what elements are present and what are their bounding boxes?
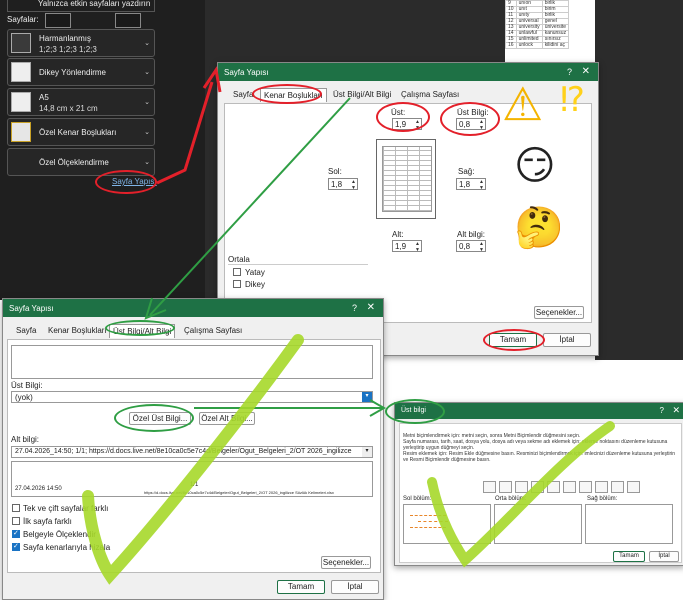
small-checkmark <box>427 421 615 568</box>
green-arrow <box>149 97 351 316</box>
warning-icon: ⚠ <box>502 77 544 131</box>
red-arrow-head <box>202 66 222 93</box>
thinking-emoji-icon: 🤔 <box>514 205 564 251</box>
interrobang-icon: ⁉ <box>560 80 585 120</box>
smirk-emoji-icon: 😏 <box>514 143 556 189</box>
red-arrow <box>156 81 214 185</box>
big-checkmark <box>82 334 304 585</box>
